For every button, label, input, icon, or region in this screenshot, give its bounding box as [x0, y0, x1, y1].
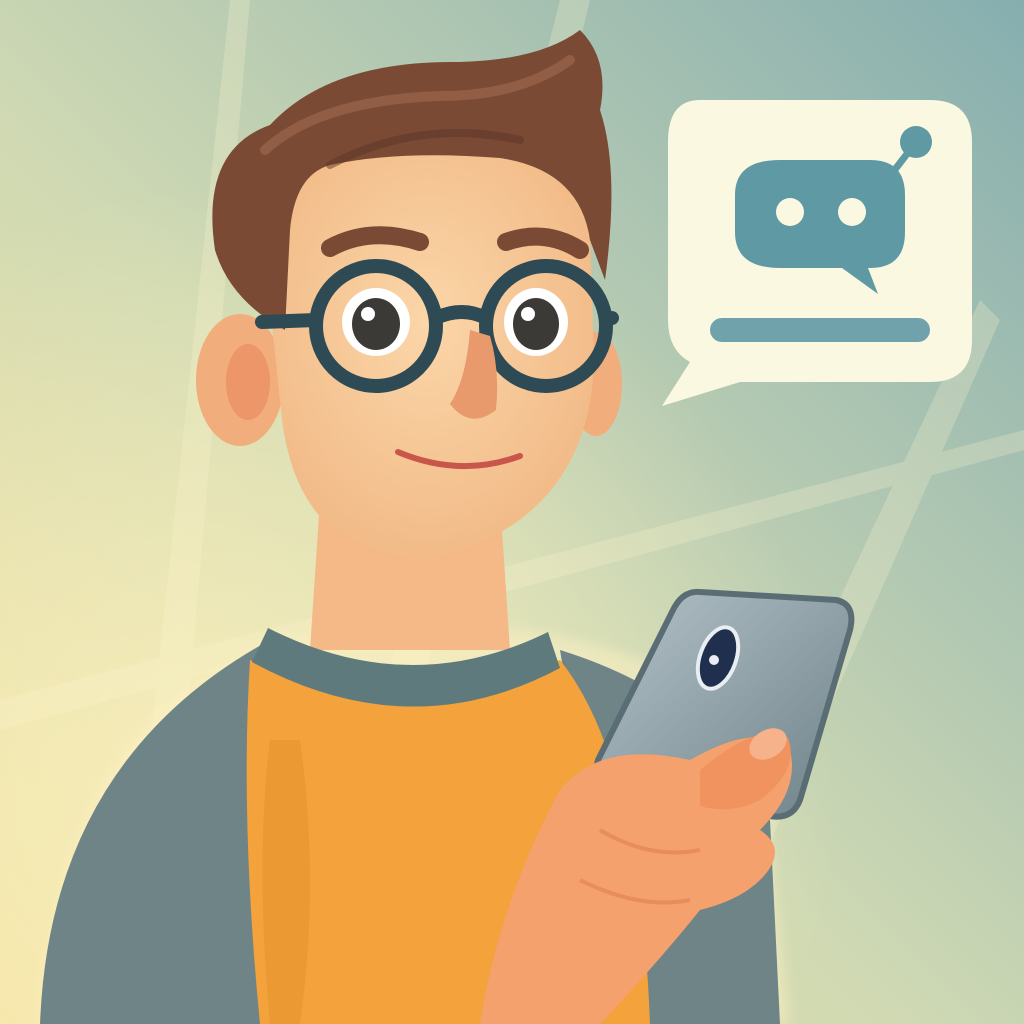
eye-right: [504, 288, 568, 356]
message-line: [710, 318, 930, 342]
speech-bubble: [662, 100, 972, 406]
eye-left: [342, 288, 410, 356]
illustration-scene: [0, 0, 1024, 1024]
antenna-icon: [900, 126, 932, 158]
